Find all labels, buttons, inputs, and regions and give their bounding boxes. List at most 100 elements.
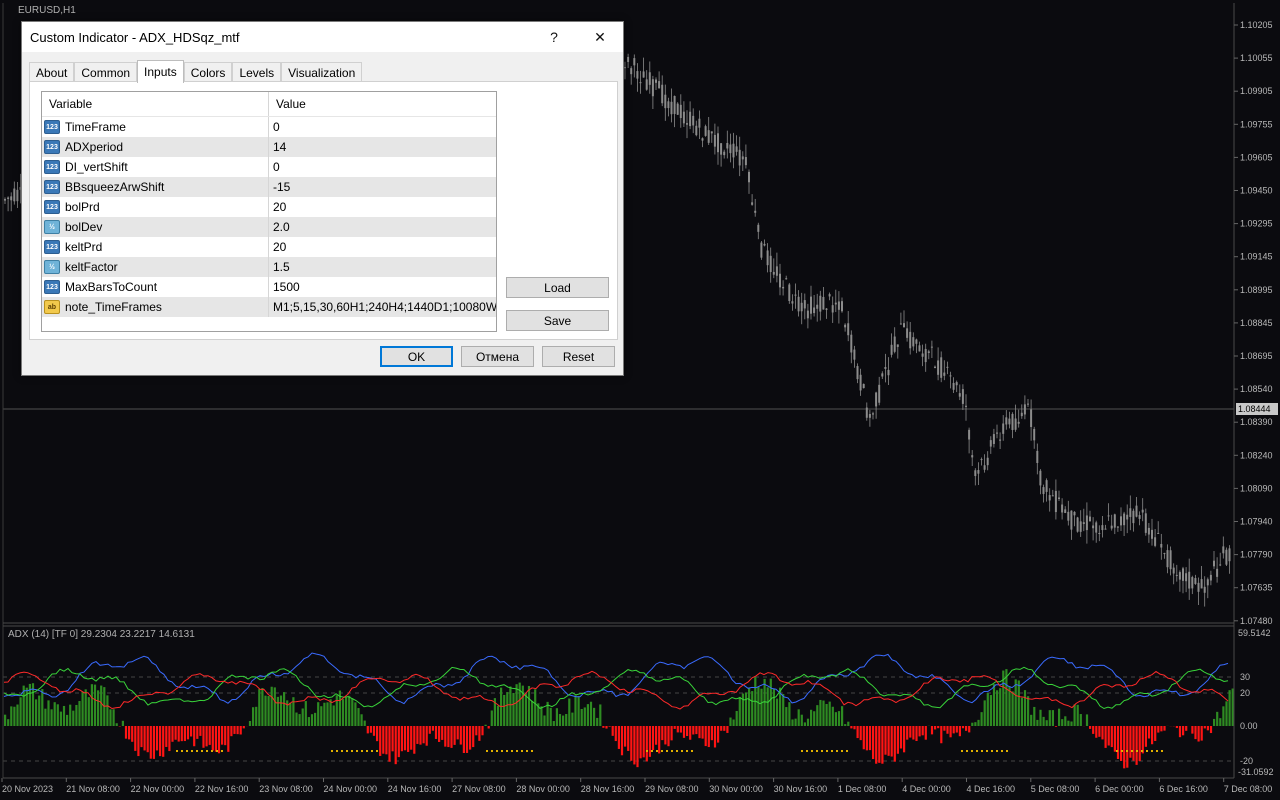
candle-body [1154, 537, 1157, 546]
candle-body [627, 56, 630, 62]
indicator-label: ADX (14) [TF 0] 29.2304 23.2217 14.6131 [8, 629, 195, 640]
param-name-cell: ab note_TimeFrames [42, 297, 269, 317]
candle-body [822, 296, 825, 310]
tab-inputs[interactable]: Inputs [137, 60, 184, 83]
candle-body [729, 144, 732, 154]
candle-body [1076, 517, 1079, 532]
adx-histogram-bar [1126, 726, 1129, 768]
adx-histogram-bar [859, 726, 862, 741]
candle-body [1045, 480, 1048, 492]
tab-about[interactable]: About [29, 62, 75, 83]
squeeze-dot [181, 750, 183, 752]
param-value[interactable]: 2.0 [269, 217, 496, 237]
adx-histogram-bar [196, 726, 199, 739]
tab-bar: About Common Inputs Colors Levels Visual… [29, 60, 363, 83]
column-header-value[interactable]: Value [269, 92, 496, 116]
adx-histogram-bar [1144, 726, 1147, 747]
adx-histogram-bar [317, 702, 320, 726]
adx-histogram-bar [1061, 719, 1064, 726]
param-row[interactable]: 123 ADXperiod 14 [42, 137, 496, 157]
candle-body [1222, 546, 1225, 554]
param-value[interactable]: 1.5 [269, 257, 496, 277]
adx-histogram-bar [819, 699, 822, 726]
squeeze-dot [661, 750, 663, 752]
adx-histogram-bar [837, 711, 841, 726]
param-value[interactable]: -15 [269, 177, 496, 197]
candle-body [887, 369, 890, 376]
adx-histogram-bar [772, 688, 775, 726]
custom-indicator-dialog[interactable]: Custom Indicator - ADX_HDSqz_mtf ? ✕ Abo… [21, 21, 624, 376]
ok-button[interactable]: OK [380, 346, 453, 367]
adx-histogram-bar [710, 726, 713, 741]
adx-histogram-bar [376, 726, 379, 742]
adx-histogram-bar [562, 715, 565, 726]
param-value[interactable]: 0 [269, 157, 496, 177]
adx-histogram-bar [735, 710, 738, 726]
tab-levels[interactable]: Levels [232, 62, 282, 83]
param-row[interactable]: 123 TimeFrame 0 [42, 117, 496, 137]
adx-histogram-bar [661, 726, 664, 741]
inputs-grid[interactable]: Variable Value 123 TimeFrame 0 123 ADXperiod… [41, 91, 497, 332]
adx-histogram-bar [602, 726, 605, 728]
adx-histogram-bar [624, 726, 627, 747]
param-value[interactable]: 20 [269, 237, 496, 257]
double-type-icon: ½ [44, 220, 60, 234]
candle-body [1209, 574, 1212, 581]
adx-histogram-bar [831, 706, 834, 726]
param-row[interactable]: 123 keltPrd 20 [42, 237, 496, 257]
candle-body [1126, 514, 1129, 520]
param-value[interactable]: 1500 [269, 277, 496, 297]
param-value[interactable]: 0 [269, 117, 496, 137]
adx-histogram-bar [190, 726, 193, 737]
param-value[interactable]: 14 [269, 137, 496, 157]
squeeze-dot [366, 750, 368, 752]
squeeze-dot [826, 750, 828, 752]
param-row[interactable]: 123 BBsqueezArwShift -15 [42, 177, 496, 197]
candle-body [1008, 418, 1011, 425]
reset-button[interactable]: Reset [542, 346, 615, 367]
param-row[interactable]: ½ bolDev 2.0 [42, 217, 496, 237]
candle-body [673, 95, 676, 114]
adx-histogram-bar [431, 726, 434, 731]
load-button[interactable]: Load [506, 277, 609, 298]
cancel-button[interactable]: Отмена [461, 346, 534, 367]
candle-body [1175, 574, 1178, 576]
adx-histogram-bar [571, 712, 574, 726]
adx-histogram-bar [93, 684, 97, 726]
adx-histogram-bar [834, 712, 837, 726]
candle-body [1160, 543, 1163, 548]
candle-body [775, 266, 778, 276]
candle-body [738, 149, 741, 166]
candle-body [1089, 516, 1091, 522]
column-header-variable[interactable]: Variable [42, 92, 269, 116]
adx-histogram-bar [475, 726, 478, 736]
param-row[interactable]: 123 bolPrd 20 [42, 197, 496, 217]
param-row[interactable]: 123 DI_vertShift 0 [42, 157, 496, 177]
param-row[interactable]: ab note_TimeFrames M1;5,15,30,60H1;240H4;1… [42, 297, 496, 317]
adx-histogram-bar [1113, 726, 1116, 752]
help-button[interactable]: ? [531, 22, 577, 52]
tab-common[interactable]: Common [74, 62, 138, 83]
param-value[interactable]: 20 [269, 197, 496, 217]
candle-body [772, 271, 775, 275]
adx-histogram-bar [664, 726, 667, 745]
dialog-titlebar[interactable]: Custom Indicator - ADX_HDSqz_mtf ? ✕ [22, 22, 623, 52]
candle-body [679, 104, 682, 119]
close-button[interactable]: ✕ [577, 22, 623, 52]
candle-body [667, 101, 670, 109]
tab-visualization[interactable]: Visualization [281, 62, 363, 83]
candle-body [946, 366, 949, 368]
candle-body [769, 255, 772, 273]
candle-body [996, 432, 998, 434]
param-row[interactable]: 123 MaxBarsToCount 1500 [42, 277, 496, 297]
save-button[interactable]: Save [506, 310, 609, 331]
param-value[interactable]: M1;5,15,30,60H1;240H4;1440D1;10080W1... [269, 297, 496, 317]
param-row[interactable]: ½ keltFactor 1.5 [42, 257, 496, 277]
adx-histogram-bar [345, 697, 348, 726]
tab-colors[interactable]: Colors [183, 62, 233, 83]
adx-histogram-bar [999, 688, 1002, 726]
candle-body [930, 346, 933, 348]
adx-histogram-bar [4, 714, 7, 726]
candle-body [983, 465, 986, 470]
param-name: bolPrd [65, 200, 100, 214]
